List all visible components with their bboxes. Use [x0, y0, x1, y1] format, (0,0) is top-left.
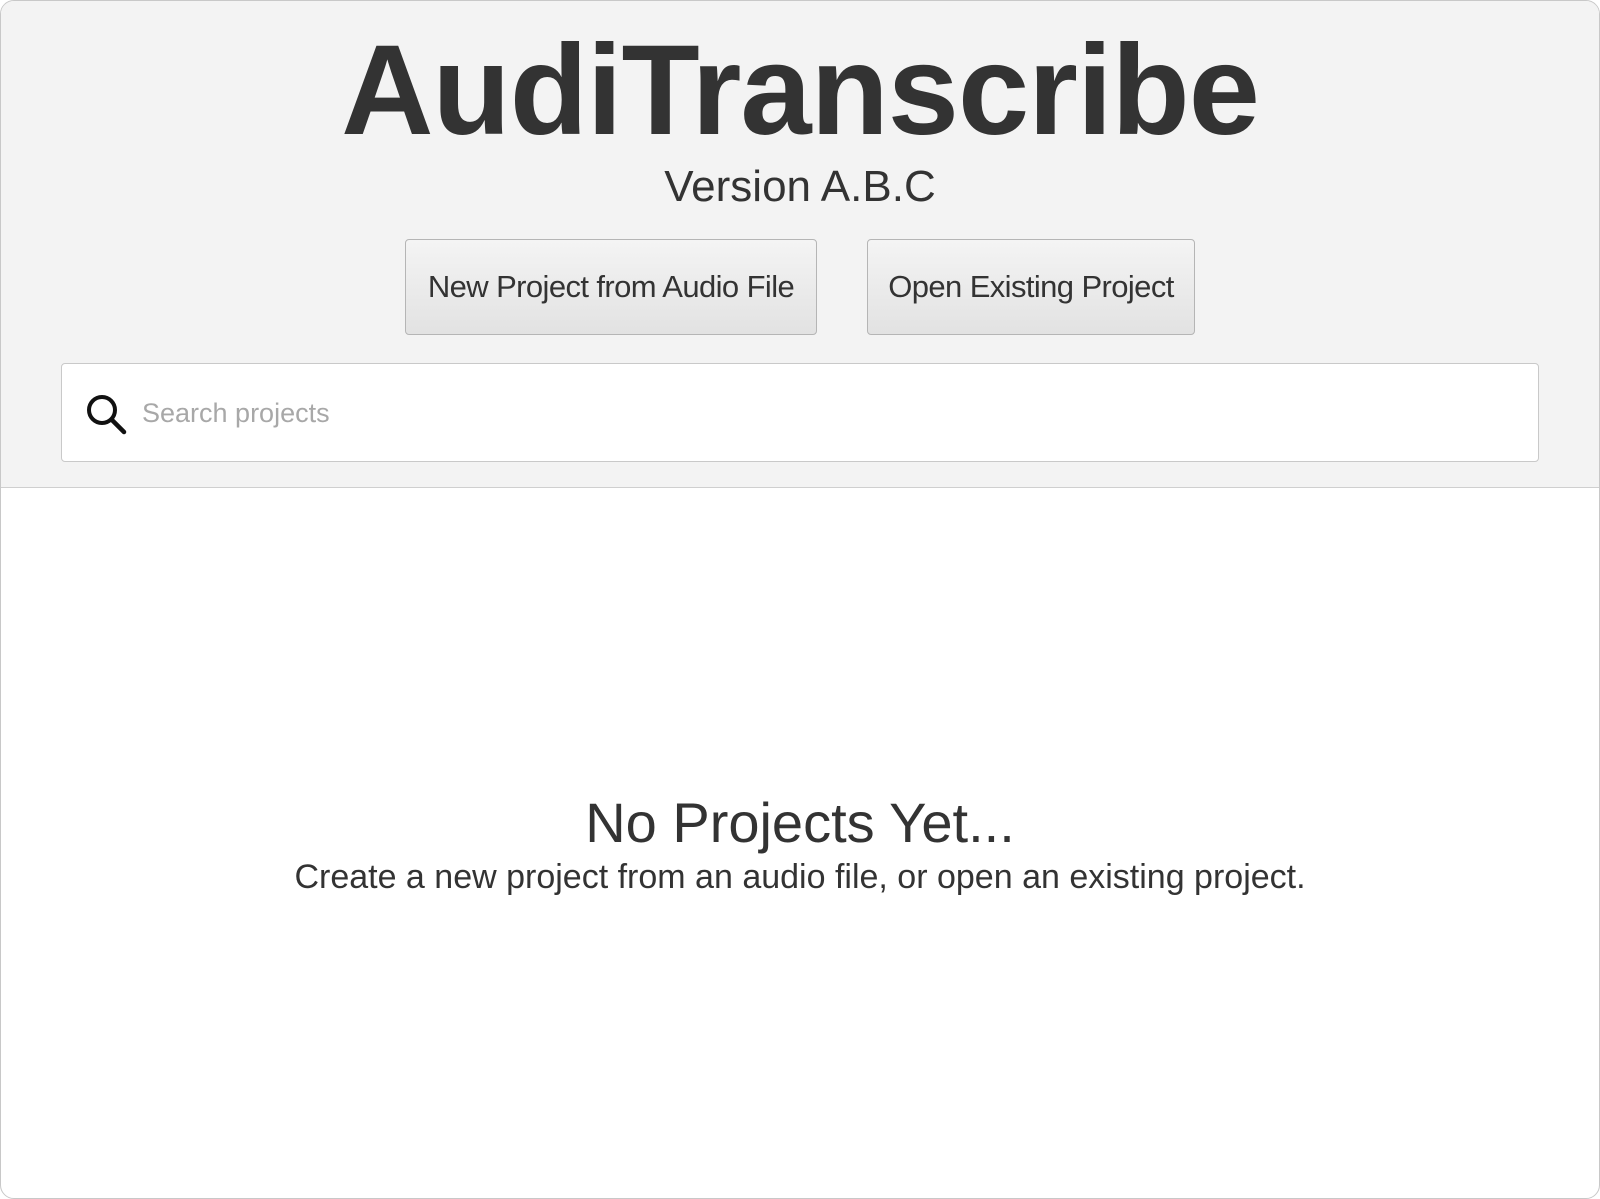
search-bar[interactable]: [61, 363, 1539, 462]
open-project-button[interactable]: Open Existing Project: [867, 239, 1195, 335]
search-icon: [87, 395, 127, 435]
empty-state-title: No Projects Yet...: [585, 791, 1015, 854]
app-title: AudiTranscribe: [341, 19, 1260, 162]
app-window: AudiTranscribe Version A.B.C New Project…: [0, 0, 1600, 1199]
search-input[interactable]: [142, 374, 1522, 452]
empty-state-subtitle: Create a new project from an audio file,…: [294, 858, 1306, 896]
version-label: Version A.B.C: [664, 162, 936, 211]
header-panel: AudiTranscribe Version A.B.C New Project…: [1, 1, 1599, 488]
new-project-button[interactable]: New Project from Audio File: [405, 239, 817, 335]
